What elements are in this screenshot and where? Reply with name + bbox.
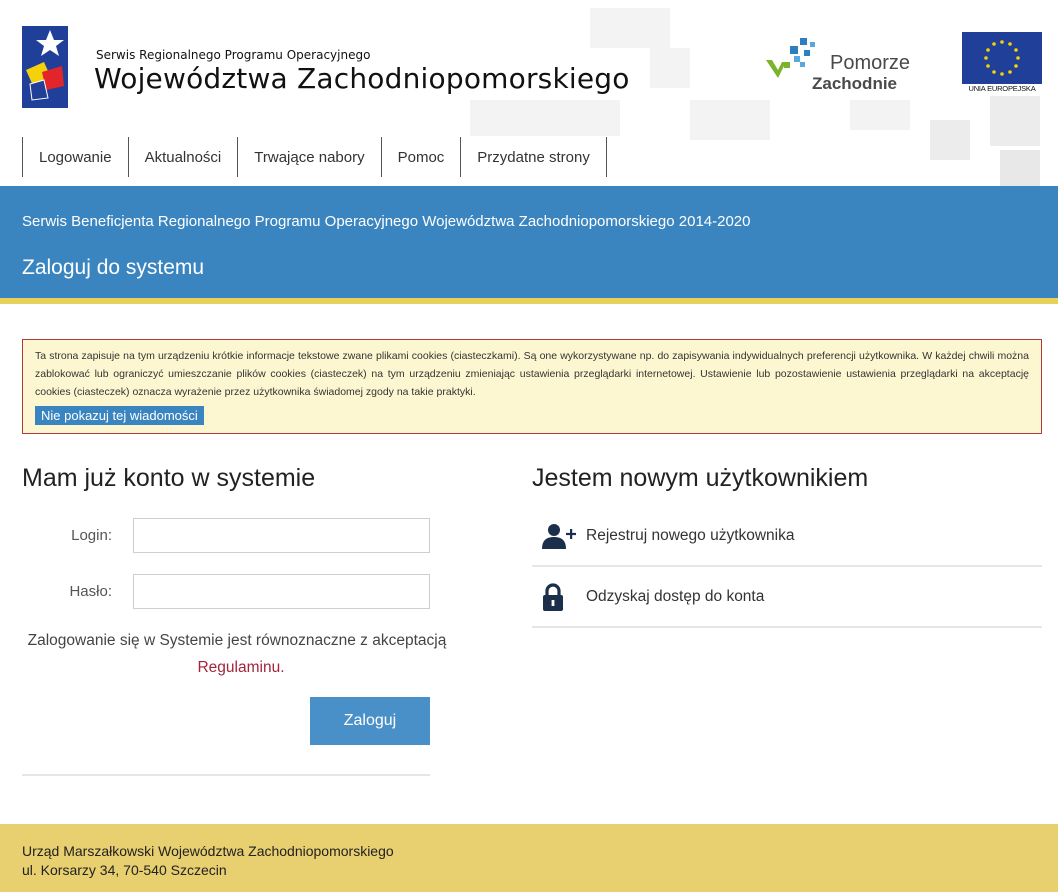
recover-label: Odzyskaj dostęp do konta (586, 588, 765, 605)
footer-address: ul. Korsarzy 34, 70-540 Szczecin (22, 862, 227, 878)
eu-label: UNIA EUROPEJSKA (968, 84, 1036, 93)
login-label: Login: (71, 527, 112, 544)
service-subtitle: Serwis Beneficjenta Regionalnego Program… (22, 213, 751, 230)
login-button[interactable]: Zaloguj (310, 697, 430, 745)
terms-link[interactable]: Regulaminu (197, 659, 280, 676)
nav-item-przydatne-strony[interactable]: Przydatne strony (460, 137, 607, 177)
main-nav: Logowanie Aktualności Trwające nabory Po… (22, 137, 607, 177)
terms-text: Zalogowanie się w Systemie jest równozna… (27, 632, 447, 649)
terms-notice: Zalogowanie się w Systemie jest równozna… (22, 627, 452, 681)
eu-logo: UNIA EUROPEJSKA (962, 32, 1042, 94)
login-divider (22, 774, 430, 776)
zachodnie-word: Zachodnie (812, 74, 898, 93)
login-input[interactable] (133, 518, 430, 553)
eu-flag-icon (962, 32, 1042, 84)
brand-title: Województwa Zachodniopomorskiego (94, 62, 630, 95)
brand-subtitle: Serwis Regionalnego Programu Operacyjneg… (96, 48, 371, 62)
nav-item-logowanie[interactable]: Logowanie (22, 137, 128, 177)
register-label: Rejestruj nowego użytkownika (586, 527, 795, 544)
recover-access-link[interactable]: Odzyskaj dostęp do konta (532, 568, 1042, 628)
title-band-underline (0, 298, 1058, 304)
login-section-title: Mam już konto w systemie (22, 464, 316, 492)
title-band (0, 186, 1058, 302)
register-link[interactable]: Rejestruj nowego użytkownika (532, 507, 1042, 567)
page-title: Zaloguj do systemu (22, 256, 205, 279)
password-label: Hasło: (69, 583, 112, 600)
nav-item-aktualnosci[interactable]: Aktualności (127, 137, 238, 177)
cookie-text: Ta strona zapisuje na tym urządzeniu kró… (35, 350, 1029, 398)
cookie-notice: Ta strona zapisuje na tym urządzeniu kró… (22, 339, 1042, 434)
fundusze-europejskie-logo (22, 26, 68, 108)
cookie-dismiss-button[interactable]: Nie pokazuj tej wiadomości (35, 406, 204, 425)
add-user-icon (542, 521, 582, 551)
lock-icon (542, 582, 582, 612)
nav-item-pomoc[interactable]: Pomoc (380, 137, 461, 177)
nav-item-trwajace-nabory[interactable]: Trwające nabory (237, 137, 380, 177)
password-input[interactable] (133, 574, 430, 609)
footer-office-name: Urząd Marszałkowski Województwa Zachodni… (22, 843, 394, 859)
pomorze-word: Pomorze (830, 52, 911, 74)
new-user-section-title: Jestem nowym użytkownikiem (532, 464, 869, 492)
site-header: Serwis Regionalnego Programu Operacyjneg… (0, 0, 1058, 186)
terms-period: . (280, 659, 285, 676)
